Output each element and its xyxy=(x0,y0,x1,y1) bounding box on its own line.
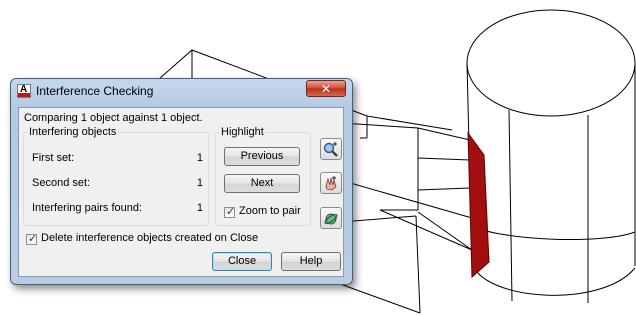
pairs-found-label: Interfering pairs found: xyxy=(32,202,143,214)
cylinder-bottom-arc xyxy=(471,261,636,296)
highlight-label: Highlight xyxy=(220,126,265,138)
first-set-value: 1 xyxy=(196,152,203,164)
comparison-status: Comparing 1 object against 1 object. xyxy=(24,112,203,124)
first-set-label: First set: xyxy=(32,152,75,164)
dialog-body: Comparing 1 object against 1 object. Int… xyxy=(18,107,344,277)
delete-interference-label: Delete interference objects created on C… xyxy=(41,232,259,244)
autocad-app-icon: A xyxy=(17,84,31,98)
checkmark-icon: ✓ xyxy=(226,206,236,218)
3d-orbit-icon xyxy=(324,213,338,225)
pairs-found-value: 1 xyxy=(196,202,203,214)
cylinder-sides xyxy=(466,62,636,303)
app-icon-bar xyxy=(18,93,30,97)
next-button[interactable]: Next xyxy=(224,174,300,193)
previous-button[interactable]: Previous xyxy=(224,147,300,166)
second-set-value: 1 xyxy=(196,177,203,189)
pan-button[interactable] xyxy=(320,172,342,194)
interference-checking-dialog: A Interference Checking ✕ Comparing 1 ob… xyxy=(10,78,353,285)
zoom-to-pair-checkbox[interactable]: ✓ xyxy=(224,206,236,218)
checkmark-icon: ✓ xyxy=(28,233,38,245)
interference-solid xyxy=(467,131,490,279)
help-button[interactable]: Help xyxy=(281,252,341,271)
3d-orbit-button[interactable] xyxy=(320,207,342,229)
zoom-realtime-icon xyxy=(323,142,338,157)
window-title: Interference Checking xyxy=(36,84,154,98)
zoom-realtime-button[interactable] xyxy=(320,138,342,160)
pan-icon xyxy=(325,176,337,191)
interfering-objects-group: Interfering objects First set: 1 Second … xyxy=(23,126,209,226)
close-window-button[interactable]: ✕ xyxy=(306,80,346,97)
zoom-to-pair-label: Zoom to pair xyxy=(239,205,301,217)
close-icon: ✕ xyxy=(320,82,332,96)
interfering-objects-label: Interfering objects xyxy=(28,126,118,138)
title-bar[interactable]: A Interference Checking ✕ xyxy=(11,79,352,103)
close-button[interactable]: Close xyxy=(212,252,272,271)
highlight-group: Highlight Previous Next ✓ Zoom to pair xyxy=(215,126,311,226)
cylinder-top-ellipse xyxy=(466,9,636,117)
delete-interference-checkbox[interactable]: ✓ xyxy=(26,233,38,245)
second-set-label: Second set: xyxy=(32,177,91,189)
